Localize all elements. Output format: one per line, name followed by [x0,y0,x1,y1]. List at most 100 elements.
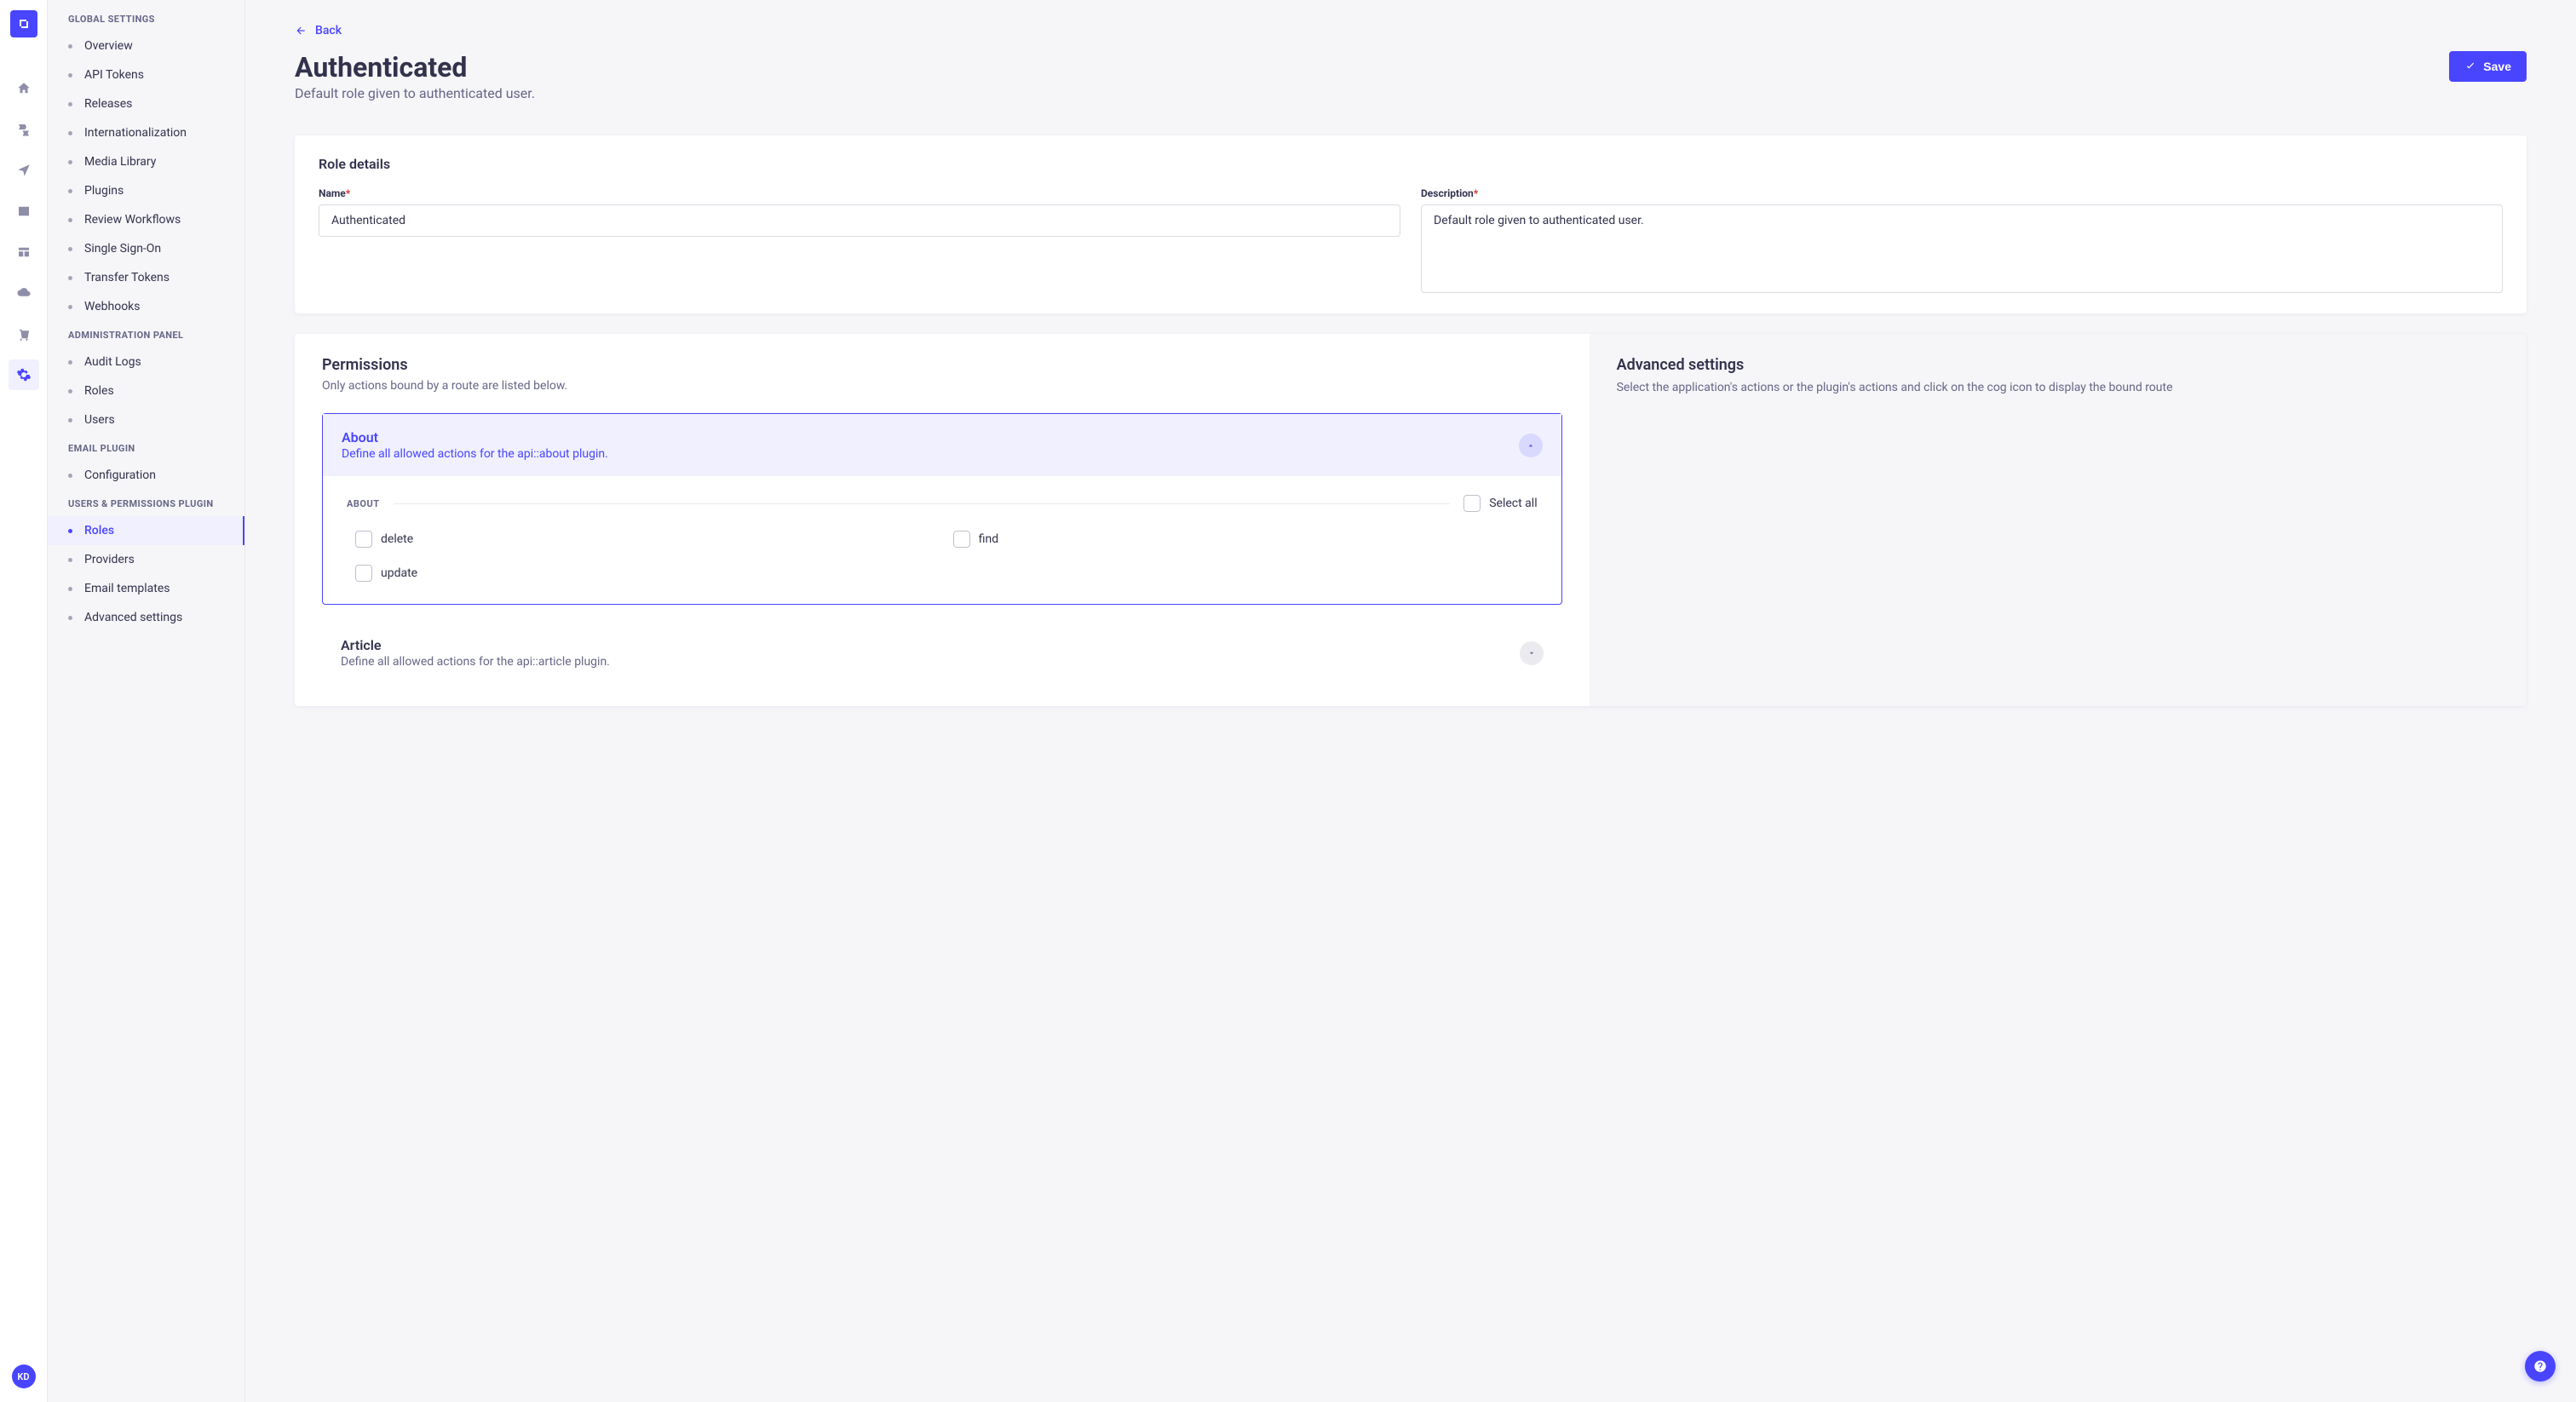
name-input[interactable] [319,204,1400,237]
action-label: delete [381,532,413,546]
permissions-panel: Permissions Only actions bound by a rout… [295,334,2527,706]
nav-marketplace-icon[interactable] [9,319,39,349]
user-avatar[interactable]: KD [12,1365,36,1388]
permissions-left: Permissions Only actions bound by a rout… [295,334,1590,706]
permission-group-about: About Define all allowed actions for the… [322,413,1562,605]
checkbox-icon [953,531,970,548]
nav-send-icon[interactable] [9,155,39,186]
nav-cloud-icon[interactable] [9,278,39,308]
sidebar-item-label: Plugins [84,184,124,198]
sidebar-item-releases[interactable]: Releases [48,89,244,118]
sidebar-item-admin-users[interactable]: Users [48,405,244,434]
sidebar-item-label: API Tokens [84,68,144,82]
permissions-subtitle: Only actions bound by a route are listed… [322,379,1562,393]
question-icon [2533,1359,2547,1373]
advanced-title: Advanced settings [1617,356,2499,374]
advanced-settings-pane: Advanced settings Select the application… [1590,334,2527,706]
help-button[interactable] [2525,1351,2556,1382]
sidebar-item-label: Roles [84,524,114,537]
back-link[interactable]: Back [295,20,342,41]
description-input[interactable]: Default role given to authenticated user… [1421,204,2503,293]
sidebar-item-label: Review Workflows [84,213,181,227]
select-all-checkbox[interactable]: Select all [1463,495,1537,512]
sidebar-item-label: Roles [84,384,114,398]
check-icon [2464,60,2476,72]
nav-content-type-icon[interactable] [9,114,39,145]
sidebar-item-single-sign-on[interactable]: Single Sign-On [48,234,244,263]
permission-action-find[interactable]: find [953,531,1538,548]
permissions-title: Permissions [322,356,1562,374]
nav-layout-icon[interactable] [9,237,39,267]
sidebar-item-label: Releases [84,97,132,111]
sidebar-item-up-roles[interactable]: Roles [48,516,244,545]
permission-action-delete[interactable]: delete [355,531,940,548]
checkbox-icon [1463,495,1481,512]
sidebar-item-audit-logs[interactable]: Audit Logs [48,348,244,376]
description-label: Description* [1421,187,2503,199]
arrow-left-icon [295,25,307,37]
permission-action-update[interactable]: update [355,565,940,582]
main-content: Back Authenticated Default role given to… [245,0,2576,1402]
checkbox-icon [355,565,372,582]
permission-group-desc: Define all allowed actions for the api::… [341,655,610,669]
sidebar-item-api-tokens[interactable]: API Tokens [48,60,244,89]
permission-group-title: Article [341,637,610,653]
permission-sub-label: ABOUT [347,498,380,509]
save-label: Save [2483,60,2511,73]
action-label: find [979,532,998,546]
sidebar-section-title: ADMINISTRATION PANEL [48,321,244,348]
back-label: Back [315,24,342,37]
strapi-icon [17,17,31,31]
sidebar-item-label: Advanced settings [84,611,182,624]
sidebar-item-label: Webhooks [84,300,141,313]
sidebar-item-label: Single Sign-On [84,242,161,256]
page-title: Authenticated [295,51,535,83]
page-subtitle: Default role given to authenticated user… [295,85,535,101]
sidebar-item-up-advanced-settings[interactable]: Advanced settings [48,603,244,632]
sidebar-item-label: Providers [84,553,135,566]
permission-group-desc: Define all allowed actions for the api::… [342,447,608,461]
sidebar-item-label: Media Library [84,155,156,169]
divider [394,503,1451,504]
sidebar-item-internationalization[interactable]: Internationalization [48,118,244,147]
sidebar-item-label: Configuration [84,468,156,482]
name-label: Name* [319,187,1400,199]
select-all-label: Select all [1489,497,1537,510]
nav-settings-icon[interactable] [9,359,39,390]
sidebar-item-label: Transfer Tokens [84,271,170,284]
role-details-panel: Role details Name* Description* Default … [295,135,2527,313]
brand-logo[interactable] [10,10,37,37]
sidebar-section-title: USERS & PERMISSIONS PLUGIN [48,490,244,516]
nav-media-icon[interactable] [9,196,39,227]
permission-group-title: About [342,429,608,445]
sidebar-item-admin-roles[interactable]: Roles [48,376,244,405]
role-details-title: Role details [319,156,2503,172]
permission-group-header[interactable]: About Define all allowed actions for the… [323,414,1561,476]
sidebar-item-up-providers[interactable]: Providers [48,545,244,574]
sidebar-item-review-workflows[interactable]: Review Workflows [48,205,244,234]
sidebar-item-label: Email templates [84,582,170,595]
advanced-desc: Select the application's actions or the … [1617,379,2499,397]
sidebar-item-webhooks[interactable]: Webhooks [48,292,244,321]
sidebar-section-title: GLOBAL SETTINGS [48,5,244,32]
sidebar-item-plugins[interactable]: Plugins [48,176,244,205]
chevron-down-icon [1520,641,1544,665]
permission-group-article[interactable]: Article Define all allowed actions for t… [322,622,1562,684]
sidebar-item-transfer-tokens[interactable]: Transfer Tokens [48,263,244,292]
settings-sidebar: GLOBAL SETTINGS Overview API Tokens Rele… [48,0,245,1402]
sidebar-item-label: Overview [84,39,133,53]
sidebar-item-label: Users [84,413,115,427]
sidebar-item-up-email-templates[interactable]: Email templates [48,574,244,603]
icon-rail: KD [0,0,48,1402]
save-button[interactable]: Save [2449,51,2527,82]
sidebar-item-media-library[interactable]: Media Library [48,147,244,176]
sidebar-item-label: Internationalization [84,126,187,140]
nav-home-icon[interactable] [9,73,39,104]
sidebar-item-label: Audit Logs [84,355,141,369]
action-label: update [381,566,417,580]
checkbox-icon [355,531,372,548]
sidebar-section-title: EMAIL PLUGIN [48,434,244,461]
sidebar-item-email-configuration[interactable]: Configuration [48,461,244,490]
chevron-up-icon [1519,434,1543,457]
sidebar-item-overview[interactable]: Overview [48,32,244,60]
